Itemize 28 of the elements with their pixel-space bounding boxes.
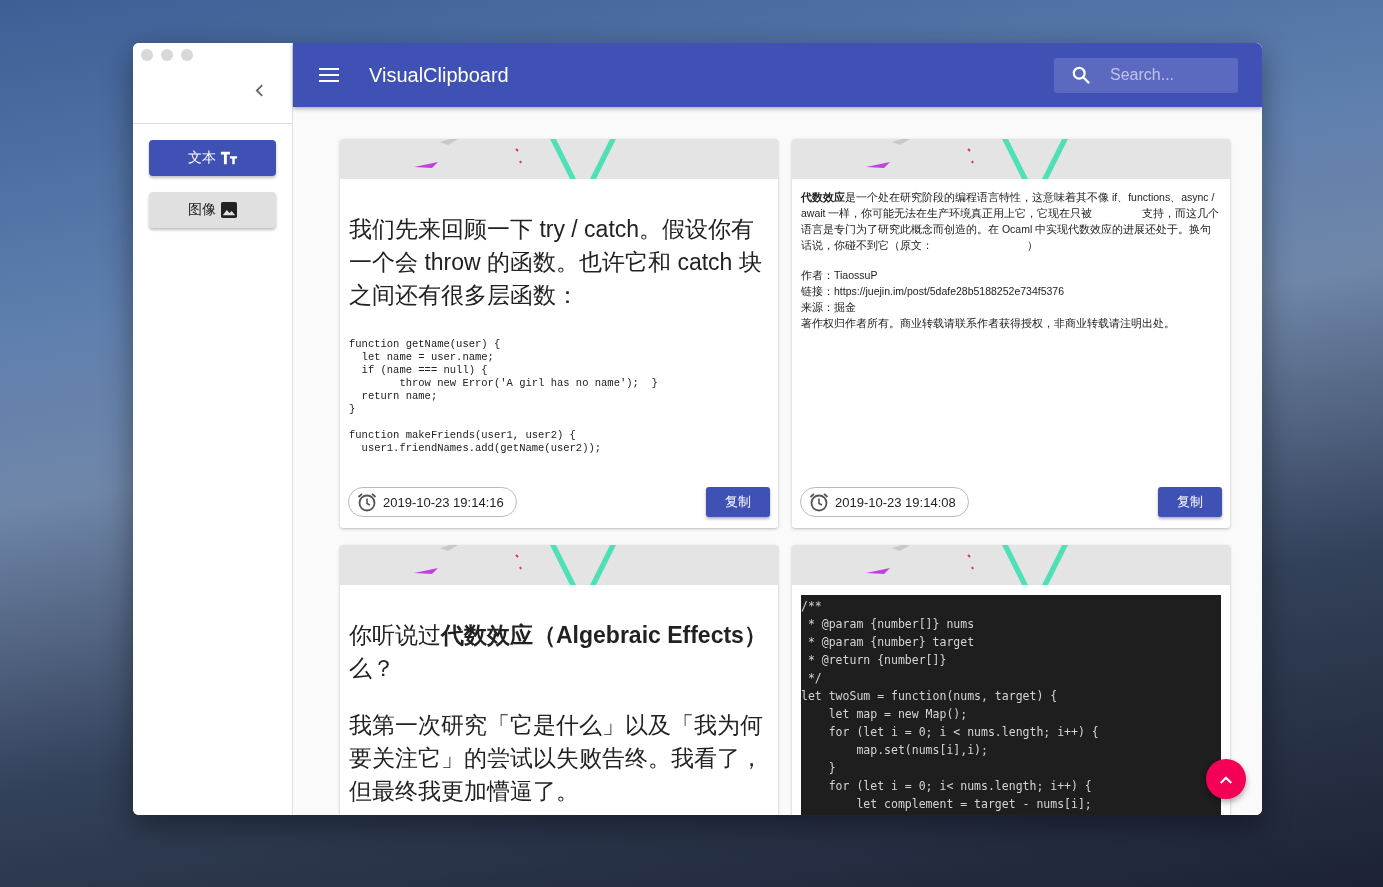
search-icon (1072, 65, 1090, 84)
card-paragraph: 代数效应是一个处在研究阶段的编程语言特性，这意味着其不像 if、functions、async / await 一样，你可能无法在生产环境真正用上它，它现在只被 支持，而这几个语言是专门为了研究此概念而创造的。在 Ocaml 中实现代数效应的进展还处于。换句话说，你碰不到它（原文： ） (801, 190, 1221, 253)
window-control-dot[interactable] (161, 49, 173, 61)
code-block: /** * @param {number[]} nums * @param {number} target * @return {number[]} */ let twoSum = function(nums, target) { let map = new Map(); for (let i = 0; i < nums.length; i++) { map.set(nums[i],i); } for (let i = 0; i< nums.length; i++) { let complement = target - nums[i]; (801, 595, 1221, 815)
copy-button[interactable]: 复制 (1158, 487, 1222, 517)
window-control-dot[interactable] (181, 49, 193, 61)
card-heading: 我第一次研究「它是什么」以及「我为何要关注它」的尝试以失败告终。我看了，但最终我更加懵逼了。 (349, 711, 764, 806)
chevron-left-icon[interactable] (255, 84, 264, 97)
nav-button[interactable]: 文本 (149, 140, 276, 176)
source-line: 著作权归作者所有。商业转载请联系作者获得授权，非商业转载请注明出处。 (801, 316, 1176, 331)
text-size-icon (219, 150, 238, 166)
app-title: VisualClipboard (369, 63, 510, 87)
code-snippet: function makeFriends(user1, user2) { user1.friendNames.add(getName(user2)); (349, 429, 603, 455)
source-line: 链接：https://juejin.im/post/5dafe28b5188252e734f5376 (801, 284, 1065, 299)
alarm-clock-icon (809, 492, 829, 512)
window-control-dot[interactable] (141, 49, 153, 61)
code-snippet: function getName(user) { let name = user.name; if (name === null) { throw new Error('A girl has no name'); } return name; } (349, 338, 659, 416)
source-line: 来源：掘金 (801, 300, 857, 315)
alarm-clock-icon (357, 492, 377, 512)
source-line: 作者：TiaossuP (801, 268, 879, 283)
menu-icon[interactable] (319, 68, 339, 82)
copy-button[interactable]: 复制 (706, 487, 770, 517)
scroll-top-button[interactable] (1206, 759, 1246, 799)
image-icon (219, 202, 238, 218)
card-heading: 我们先来回顾一下 try / catch。假设你有一个会 throw 的函数。也许它和 catch 块之间还有很多层函数： (349, 215, 763, 310)
chevron-up-icon (1219, 774, 1233, 784)
card-heading: 你听说过代数效应（Algebraic Effects）么？ (349, 621, 768, 683)
nav-button[interactable]: 图像 (149, 192, 276, 228)
